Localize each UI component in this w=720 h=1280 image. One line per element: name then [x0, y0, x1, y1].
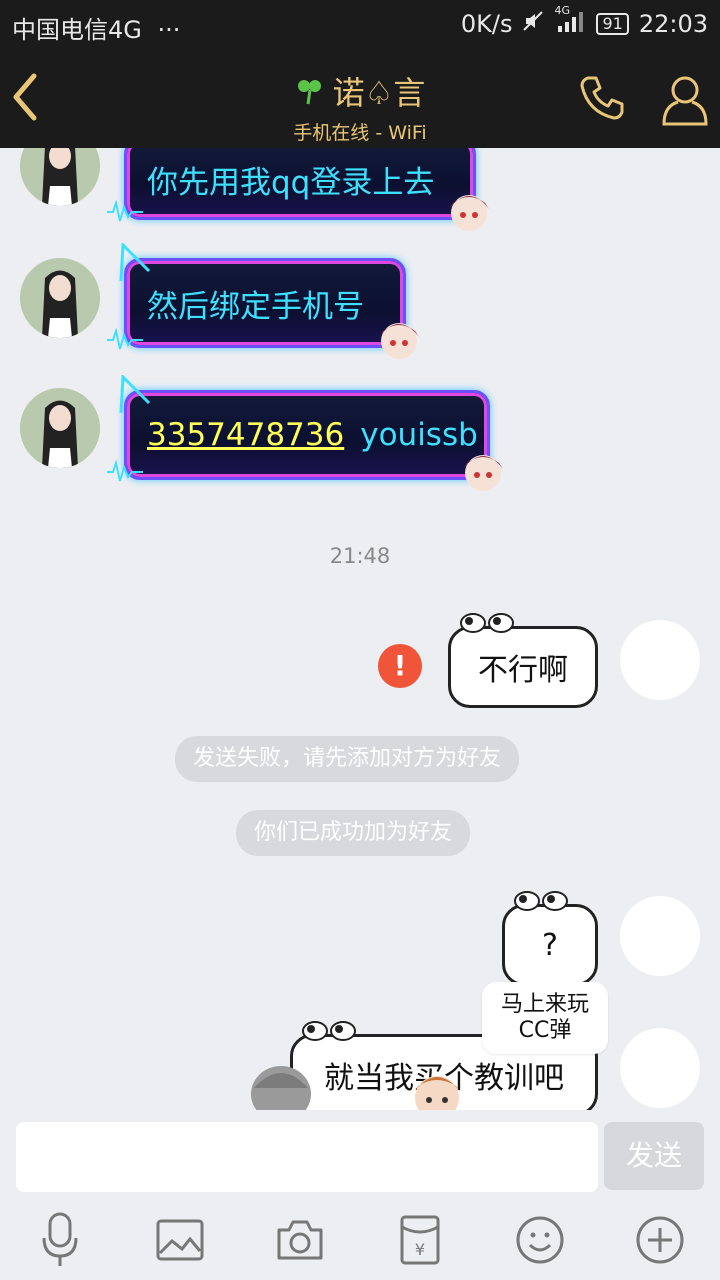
network-type: 4G: [554, 4, 570, 17]
message-text: 不行啊: [478, 653, 568, 688]
camera-icon: [277, 1220, 323, 1260]
input-bar: 发送: [0, 1110, 720, 1202]
cat-ear-icon: [119, 375, 151, 414]
message-bubble[interactable]: 3357478736 youissb: [107, 375, 503, 491]
net-speed: 0K/s: [460, 10, 513, 38]
chat-area[interactable]: 你先用我qq登录上去 然后绑定手机号 3357478736 youissb 21…: [0, 148, 720, 1122]
message-bubble[interactable]: 不行啊: [448, 613, 598, 708]
battery-indicator: 91: [596, 13, 629, 35]
mute-icon: [522, 10, 544, 38]
cloud-eyes-icon: [514, 891, 568, 911]
call-button[interactable]: [576, 72, 628, 128]
message-bubble[interactable]: 你先用我qq登录上去: [107, 148, 489, 231]
message-text: 然后绑定手机号: [147, 288, 364, 325]
person-icon: [662, 76, 708, 126]
message-text: ?: [542, 927, 558, 963]
voice-button[interactable]: [32, 1212, 88, 1268]
status-right: 0K/s 4G 91 22:03: [460, 4, 708, 38]
sound-wave-icon: [107, 459, 143, 482]
cloud-eyes-icon: [460, 613, 514, 633]
chibi-sticker-icon: [379, 323, 419, 359]
profile-button[interactable]: [660, 72, 710, 132]
my-avatar[interactable]: [620, 1028, 700, 1108]
picture-icon: [156, 1219, 204, 1261]
send-failed-icon[interactable]: !: [378, 644, 422, 688]
bottom-toolbar: ¥: [0, 1202, 720, 1280]
carrier-label: 中国电信4G: [12, 16, 142, 44]
red-packet-button[interactable]: ¥: [392, 1212, 448, 1268]
my-avatar[interactable]: [620, 896, 700, 976]
status-bar: 中国电信4G ··· 0K/s 4G 91 22:03: [0, 0, 720, 50]
emoji-button[interactable]: [512, 1212, 568, 1268]
contact-name: 诺♤言: [332, 74, 426, 112]
message-text: 你先用我qq登录上去: [147, 164, 435, 201]
microphone-icon: [42, 1212, 78, 1266]
phone-number-link[interactable]: 3357478736: [147, 417, 344, 453]
cat-ear-icon: [119, 243, 151, 282]
send-button[interactable]: 发送: [604, 1122, 704, 1190]
signal-icon: 4G: [554, 4, 586, 38]
system-notice: 你们已成功加为好友: [236, 810, 471, 856]
phone-icon: [580, 76, 624, 120]
red-packet-icon: ¥: [400, 1215, 440, 1265]
sound-wave-icon: [107, 199, 143, 222]
my-avatar[interactable]: [620, 620, 700, 700]
more-dots: ···: [157, 16, 181, 44]
chibi-sticker-icon: [449, 195, 489, 231]
system-notice: 发送失败，请先添加对方为好友: [175, 736, 520, 782]
camera-button[interactable]: [272, 1212, 328, 1268]
status-left: 中国电信4G ···: [12, 10, 180, 45]
chat-header: 诺♤言 手机在线 - WiFi: [0, 50, 720, 148]
avatar[interactable]: [20, 258, 100, 338]
sound-wave-icon: [107, 327, 143, 350]
svg-text:¥: ¥: [415, 1240, 425, 1259]
smiley-icon: [516, 1216, 564, 1264]
time-separator: 21:48: [329, 544, 391, 568]
popup-text: 马上来玩CC弹: [500, 992, 589, 1043]
clover-icon: [297, 80, 321, 105]
avatar[interactable]: [20, 148, 100, 206]
message-bubble[interactable]: 然后绑定手机号: [107, 243, 419, 359]
clock: 22:03: [638, 10, 708, 38]
avatar[interactable]: [20, 388, 100, 468]
more-button[interactable]: [632, 1212, 688, 1268]
message-bubble[interactable]: ?: [502, 891, 598, 986]
cloud-eyes-icon: [302, 1021, 356, 1041]
image-button[interactable]: [152, 1212, 208, 1268]
plus-circle-icon: [636, 1216, 684, 1264]
sticker-popup[interactable]: 马上来玩CC弹: [482, 982, 608, 1054]
message-input[interactable]: [16, 1122, 598, 1192]
chibi-sticker-icon: [463, 455, 503, 491]
